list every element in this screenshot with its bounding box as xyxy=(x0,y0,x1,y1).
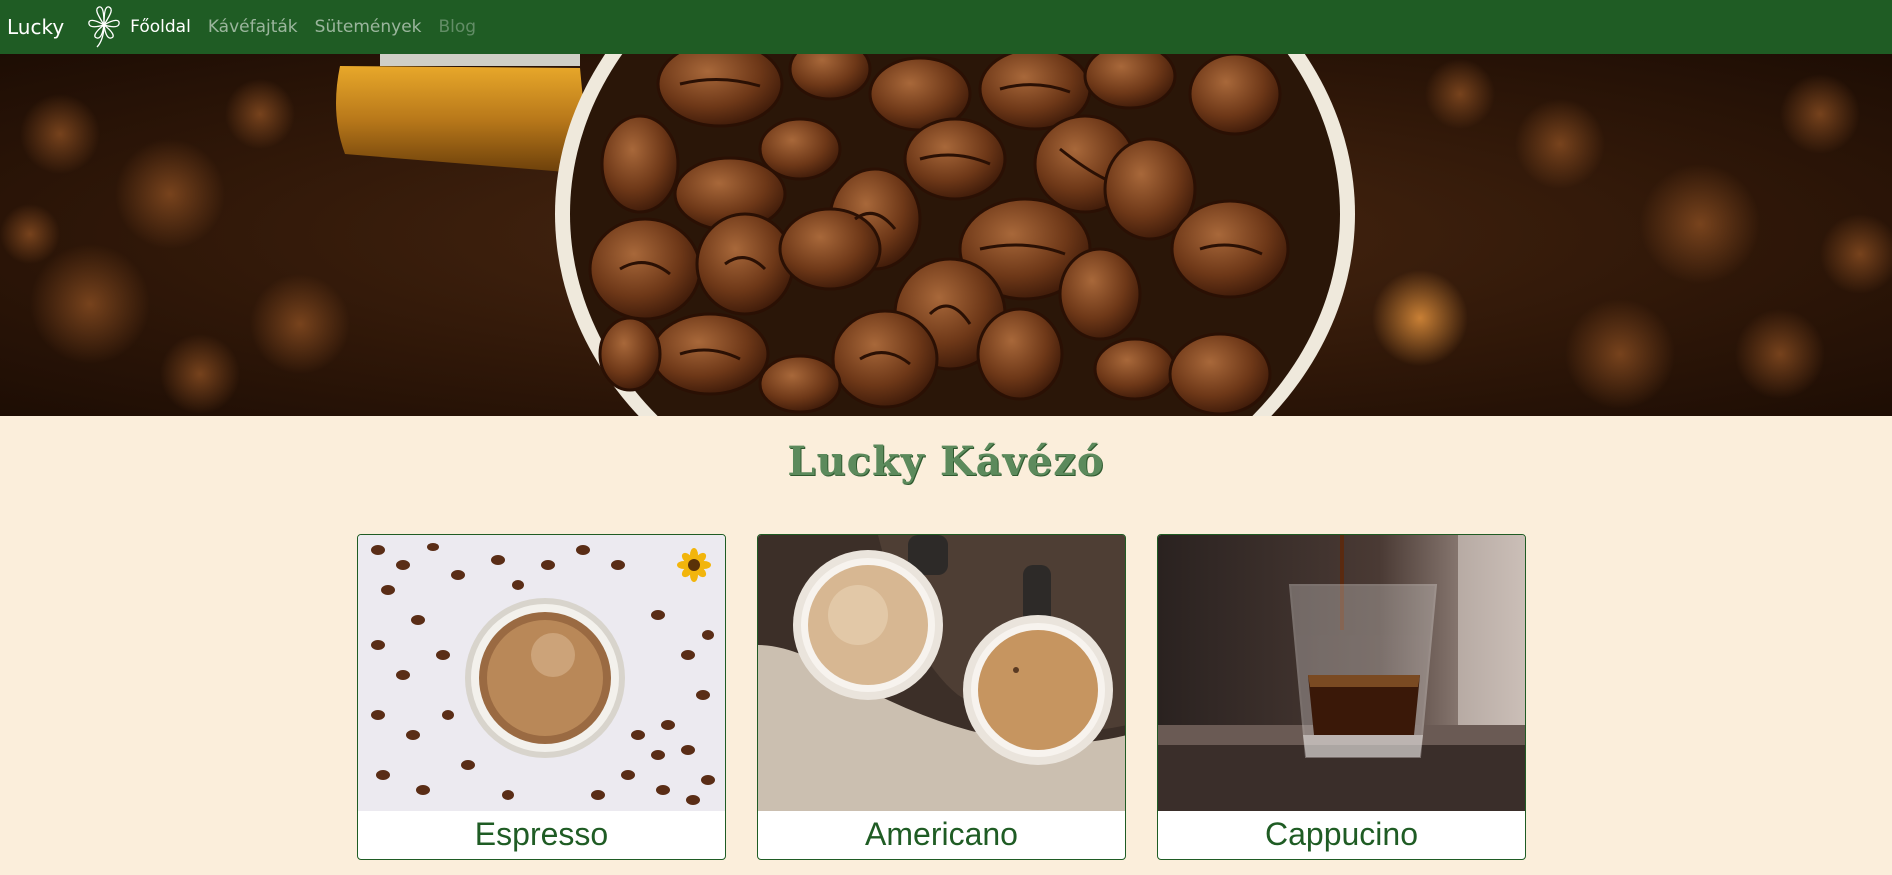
card-espresso[interactable]: Espresso xyxy=(357,534,726,860)
page-title: Lucky Kávézó xyxy=(787,438,1105,485)
card-title-espresso[interactable]: Espresso xyxy=(358,810,725,859)
card-americano[interactable]: Americano xyxy=(757,534,1126,860)
card-title-cappucino[interactable]: Cappucino xyxy=(1158,810,1525,859)
nav-link-cakes[interactable]: Sütemények xyxy=(315,17,422,37)
espresso-image xyxy=(358,535,725,811)
nav-links: Főoldal Kávéfajták Sütemények Blog xyxy=(130,17,493,37)
brand-link[interactable]: Lucky xyxy=(7,15,64,39)
clover-logo-icon xyxy=(86,5,122,49)
nav-link-blog: Blog xyxy=(438,17,477,37)
nav-link-home[interactable]: Főoldal xyxy=(130,17,191,37)
hero-coffee-beans-image xyxy=(0,54,1892,416)
nav-link-coffee-types[interactable]: Kávéfajták xyxy=(208,17,298,37)
card-cappucino[interactable]: Cappucino xyxy=(1157,534,1526,860)
card-title-americano[interactable]: Americano xyxy=(758,810,1125,859)
navbar: Lucky Főoldal Kávéfajták Sütemények Blog xyxy=(0,0,1892,54)
americano-image xyxy=(758,535,1125,811)
cappucino-image xyxy=(1158,535,1525,811)
